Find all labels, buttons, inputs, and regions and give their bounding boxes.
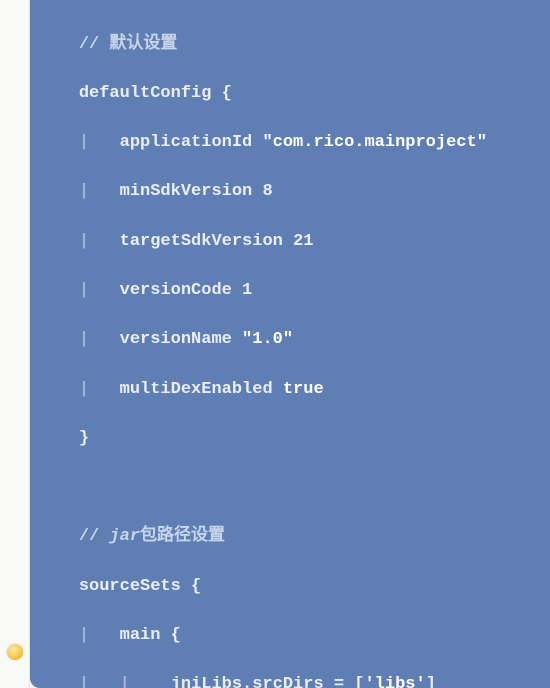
code-line: | versionCode 1 (38, 279, 540, 304)
editor-gutter (0, 0, 30, 688)
comment: // 默认设置 (79, 35, 178, 54)
code-line: sourceSets { (38, 575, 540, 600)
code-line (38, 476, 540, 501)
code-line: | multiDexEnabled true (38, 378, 540, 403)
code-line: // 默认设置 (38, 33, 540, 58)
code-line: } (38, 427, 540, 452)
code-line: | main { (38, 624, 540, 649)
code-line: defaultConfig { (38, 82, 540, 107)
code-line: | versionName "1.0" (38, 328, 540, 353)
code-line: | applicationId "com.rico.mainproject" (38, 131, 540, 156)
comment: // jar包路径设置 (79, 527, 225, 546)
lightbulb-icon[interactable] (7, 644, 23, 660)
code-line: // jar包路径设置 (38, 525, 540, 550)
code-editor[interactable]: // 默认设置 defaultConfig { | applicationId … (30, 0, 550, 688)
code-line: | | jniLibs.srcDirs = ['libs'] (38, 673, 540, 688)
code-line: | targetSdkVersion 21 (38, 230, 540, 255)
code-line: | minSdkVersion 8 (38, 180, 540, 205)
